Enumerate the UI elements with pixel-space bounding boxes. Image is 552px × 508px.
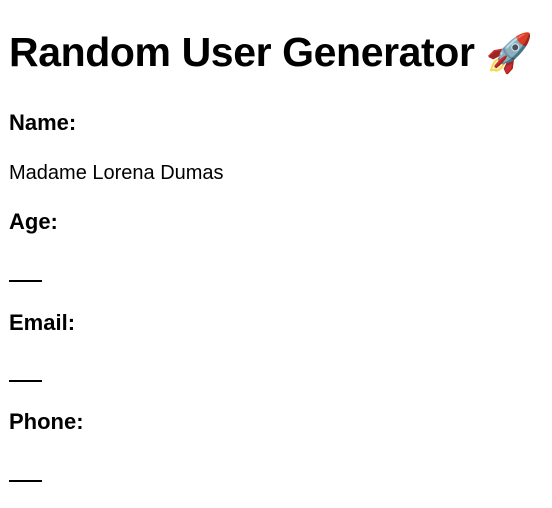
page-title-text: Random User Generator <box>9 29 475 75</box>
name-value: Madame Lorena Dumas <box>9 162 224 184</box>
age-value-empty-line <box>9 280 42 282</box>
email-label: Email: <box>9 310 76 335</box>
rocket-icon: 🚀 <box>485 33 533 75</box>
name-label: Name: <box>9 110 77 135</box>
email-value-empty-line <box>9 380 42 382</box>
page: Random User Generator 🚀 Name: Madame Lor… <box>0 0 552 508</box>
age-label: Age: <box>9 209 58 234</box>
phone-value-empty-line <box>9 480 42 482</box>
phone-label: Phone: <box>9 409 84 434</box>
page-title: Random User Generator 🚀 <box>9 22 533 84</box>
